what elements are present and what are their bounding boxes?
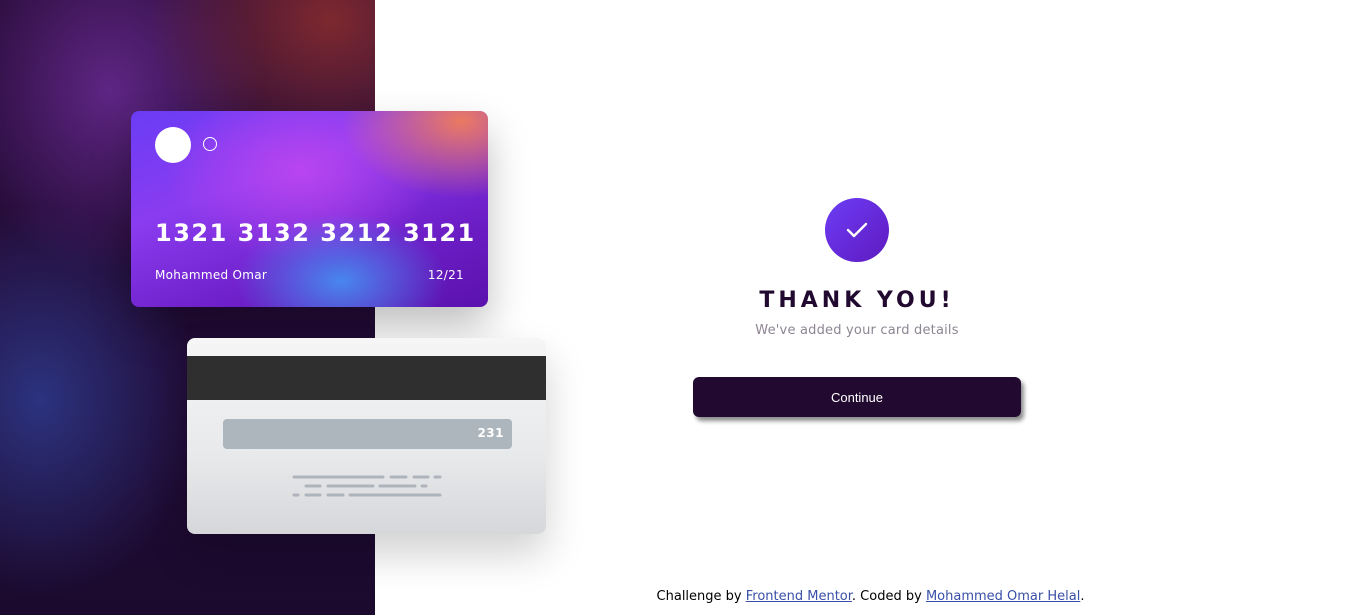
card-back: 231 (187, 338, 546, 534)
author-link[interactable]: Mohammed Omar Helal (926, 589, 1080, 604)
cardholder-name: Mohammed Omar (155, 268, 268, 282)
frontend-mentor-link[interactable]: Frontend Mentor (746, 589, 852, 604)
card-fine-print-lines (187, 474, 546, 504)
card-cvc: 231 (477, 426, 504, 440)
card-logo-large-circle (155, 127, 191, 163)
thank-you-heading: THANK YOU! (759, 288, 955, 313)
success-badge (825, 198, 889, 262)
confirmation-message: We've added your card details (755, 323, 959, 338)
page: 1321 3132 3212 3121 Mohammed Omar 12/21 … (0, 0, 1366, 615)
card-expiry: 12/21 (427, 268, 464, 282)
signature-strip: 231 (223, 419, 512, 449)
attribution-suffix: . (1080, 589, 1085, 604)
attribution-middle: . Coded by (851, 589, 926, 604)
card-logo-small-circle (203, 137, 217, 151)
card-front: 1321 3132 3212 3121 Mohammed Omar 12/21 (131, 111, 488, 307)
check-icon (846, 222, 868, 238)
success-panel: THANK YOU! We've added your card details (693, 198, 1021, 338)
magnetic-stripe (187, 356, 546, 400)
card-number: 1321 3132 3212 3121 (155, 219, 476, 247)
attribution-prefix: Challenge by (656, 589, 746, 604)
continue-button[interactable]: Continue (693, 377, 1021, 417)
attribution-footer: Challenge by Frontend Mentor. Coded by M… (375, 589, 1366, 604)
